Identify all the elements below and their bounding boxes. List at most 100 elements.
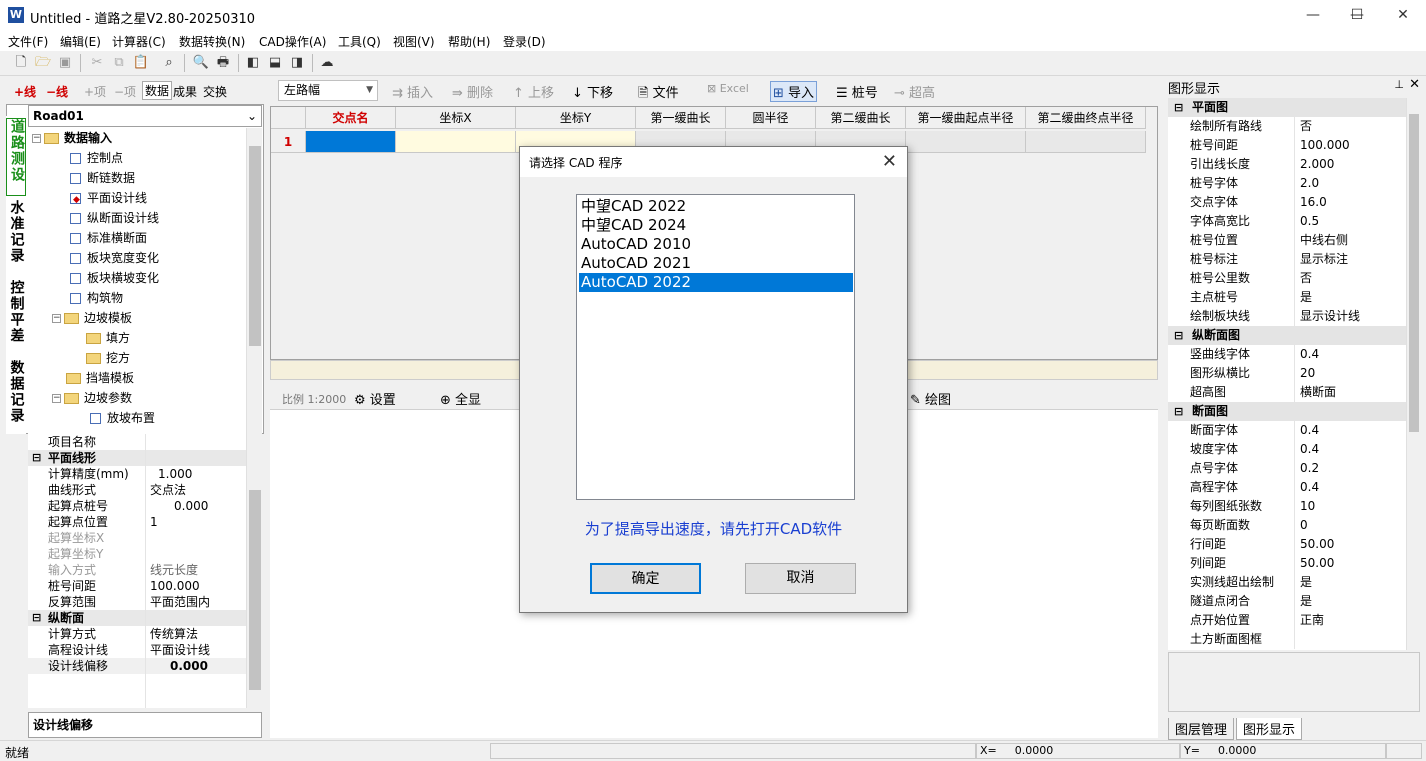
- insert-button[interactable]: ⇉ 插入: [392, 82, 433, 101]
- prop-row[interactable]: 桩号字体 2.0: [1168, 174, 1408, 193]
- tree-item-fill[interactable]: 填方: [86, 328, 130, 348]
- prop-row[interactable]: 点号字体 0.2: [1168, 459, 1408, 478]
- tab-result[interactable]: 成果: [173, 83, 197, 100]
- grid-cell[interactable]: [906, 131, 1026, 153]
- open-folder-icon[interactable]: 🗁: [34, 54, 52, 72]
- prop-row[interactable]: 每页断面数 0: [1168, 516, 1408, 535]
- save-icon[interactable]: ▣: [56, 54, 74, 72]
- cloud-download-icon[interactable]: ☁: [318, 54, 336, 72]
- paste-icon[interactable]: 📋: [132, 54, 150, 72]
- menu-edit[interactable]: 编辑(E): [60, 33, 101, 50]
- prop-row[interactable]: 起算点桩号 0.000: [28, 498, 246, 514]
- move-up-button[interactable]: ↑ 上移: [513, 82, 554, 101]
- settings-button[interactable]: ⚙ 设置: [354, 389, 396, 408]
- prop-row[interactable]: 引出线长度 2.000: [1168, 155, 1408, 174]
- prop-row[interactable]: 字体高宽比 0.5: [1168, 212, 1408, 231]
- tree-item-plane-design[interactable]: ◆ 平面设计线: [70, 188, 147, 208]
- prop-category-plane[interactable]: ⊟ 平面线形: [28, 450, 246, 466]
- prop-row[interactable]: 每列图纸张数 10: [1168, 497, 1408, 516]
- grid-row-number[interactable]: 1: [271, 131, 306, 153]
- tree-item-standard-section[interactable]: 标准横断面: [70, 228, 147, 248]
- props-scrollbar[interactable]: [246, 434, 262, 708]
- prop-row[interactable]: 计算精度(mm) 1.000: [28, 466, 246, 482]
- close-icon[interactable]: ✕: [1409, 77, 1420, 92]
- prop-category[interactable]: ⊟ 纵断面图: [1168, 326, 1408, 345]
- file-button[interactable]: 🗎 文件: [638, 82, 679, 106]
- right-scrollbar-thumb[interactable]: [1409, 114, 1419, 432]
- prop-category[interactable]: ⊟ 平面图: [1168, 98, 1408, 117]
- tree-item-width-change[interactable]: 板块宽度变化: [70, 248, 159, 268]
- prop-row[interactable]: 桩号间距 100.000: [1168, 136, 1408, 155]
- tab-layer-management[interactable]: 图层管理: [1168, 718, 1235, 740]
- find-icon[interactable]: ⌕: [160, 54, 178, 72]
- tree-item-cut[interactable]: 挖方: [86, 348, 130, 368]
- delete-button[interactable]: ⇛ 删除: [452, 82, 493, 101]
- tree-item-wall-template[interactable]: 挡墙模板: [66, 368, 134, 388]
- prop-row[interactable]: 主点桩号是: [1168, 288, 1408, 307]
- move-down-button[interactable]: ↓ 下移: [572, 82, 613, 101]
- prop-row[interactable]: 桩号位置 中线右侧: [1168, 231, 1408, 250]
- import-button[interactable]: ⊞ 导入: [770, 81, 818, 102]
- prop-row[interactable]: 高程设计线 平面设计线: [28, 642, 246, 658]
- print-preview-icon[interactable]: 🔍: [192, 54, 210, 72]
- list-item[interactable]: AutoCAD 2021: [579, 254, 853, 273]
- menu-help[interactable]: 帮助(H): [448, 33, 490, 50]
- menu-data-convert[interactable]: 数据转换(N): [179, 33, 245, 50]
- cad-program-list[interactable]: 中望CAD 2022 中望CAD 2024 AutoCAD 2010 AutoC…: [576, 194, 855, 500]
- vtab-road-survey[interactable]: 道路测设: [6, 118, 26, 196]
- add-item-button[interactable]: +项: [84, 83, 106, 100]
- grid-col-header[interactable]: 第一缓曲起点半径: [906, 107, 1026, 129]
- prop-row[interactable]: 绘制所有路线否: [1168, 117, 1408, 136]
- prop-row[interactable]: 交点字体 16.0: [1168, 193, 1408, 212]
- tree-item-control-points[interactable]: 控制点: [70, 148, 123, 168]
- grid-cell[interactable]: [396, 131, 516, 153]
- prop-row[interactable]: 曲线形式 交点法: [28, 482, 246, 498]
- prop-row[interactable]: 反算范围 平面范围内: [28, 594, 246, 610]
- prop-row[interactable]: 行间距 50.00: [1168, 535, 1408, 554]
- tree-item-slope-template[interactable]: − 边坡模板: [52, 308, 132, 328]
- excel-button[interactable]: ⊠ Excel: [707, 82, 749, 95]
- tab-data[interactable]: 数据: [142, 81, 173, 100]
- ok-button[interactable]: 确定: [590, 563, 701, 594]
- menu-cad[interactable]: CAD操作(A): [259, 33, 326, 50]
- prop-row[interactable]: 起算点位置 1: [28, 514, 246, 530]
- minimize-button[interactable]: —: [1290, 0, 1336, 31]
- prop-row[interactable]: 断面字体 0.4: [1168, 421, 1408, 440]
- grid-cell-selected[interactable]: [306, 131, 396, 153]
- grid-col-header[interactable]: 坐标X: [396, 107, 516, 129]
- prop-row[interactable]: 桩号公里数否: [1168, 269, 1408, 288]
- superelevation-button[interactable]: ⊸ 超高: [894, 82, 935, 101]
- prop-row[interactable]: 桩号间距 100.000: [28, 578, 246, 594]
- tree-item-structures[interactable]: 构筑物: [70, 288, 123, 308]
- copy-icon[interactable]: ⧉: [110, 54, 128, 72]
- tree-item-slope-params[interactable]: − 边坡参数: [52, 388, 132, 408]
- grid-cell[interactable]: [1026, 131, 1146, 153]
- props-scrollbar-thumb[interactable]: [249, 490, 261, 690]
- menu-tools[interactable]: 工具(Q): [338, 33, 381, 50]
- layout-right-icon[interactable]: ◨: [288, 54, 306, 72]
- prop-row[interactable]: 图形纵横比 20: [1168, 364, 1408, 383]
- prop-row[interactable]: 隧道点闭合是: [1168, 592, 1408, 611]
- new-file-icon[interactable]: 🗋: [12, 54, 30, 72]
- delete-line-button[interactable]: −线: [46, 83, 68, 100]
- prop-row[interactable]: 起算坐标X: [28, 530, 246, 546]
- carriageway-select[interactable]: 左路幅 ▼: [278, 80, 378, 101]
- vtab-records[interactable]: 数据记录: [6, 360, 26, 438]
- add-line-button[interactable]: +线: [14, 83, 36, 100]
- zoom-all-button[interactable]: ⊕ 全显: [440, 389, 481, 408]
- road-select[interactable]: Road01 ⌄: [28, 105, 262, 127]
- close-button[interactable]: ✕: [1380, 0, 1426, 31]
- tree-scrollbar[interactable]: [246, 128, 262, 434]
- list-item[interactable]: 中望CAD 2024: [579, 216, 853, 235]
- tree-item-slope-layout[interactable]: 放坡布置: [90, 408, 155, 428]
- menu-calculator[interactable]: 计算器(C): [112, 33, 166, 50]
- tab-graphic-display[interactable]: 图形显示: [1236, 718, 1303, 740]
- vtab-adjustment[interactable]: 控制平差: [6, 280, 26, 358]
- layout-bottom-icon[interactable]: ⬓: [266, 54, 284, 72]
- list-item[interactable]: 中望CAD 2022: [579, 197, 853, 216]
- prop-row[interactable]: 计算方式 传统算法: [28, 626, 246, 642]
- draw-button[interactable]: ✎ 绘图: [910, 389, 951, 408]
- menu-file[interactable]: 文件(F): [8, 33, 48, 50]
- prop-row[interactable]: 竖曲线字体 0.4: [1168, 345, 1408, 364]
- prop-category[interactable]: ⊟ 断面图: [1168, 402, 1408, 421]
